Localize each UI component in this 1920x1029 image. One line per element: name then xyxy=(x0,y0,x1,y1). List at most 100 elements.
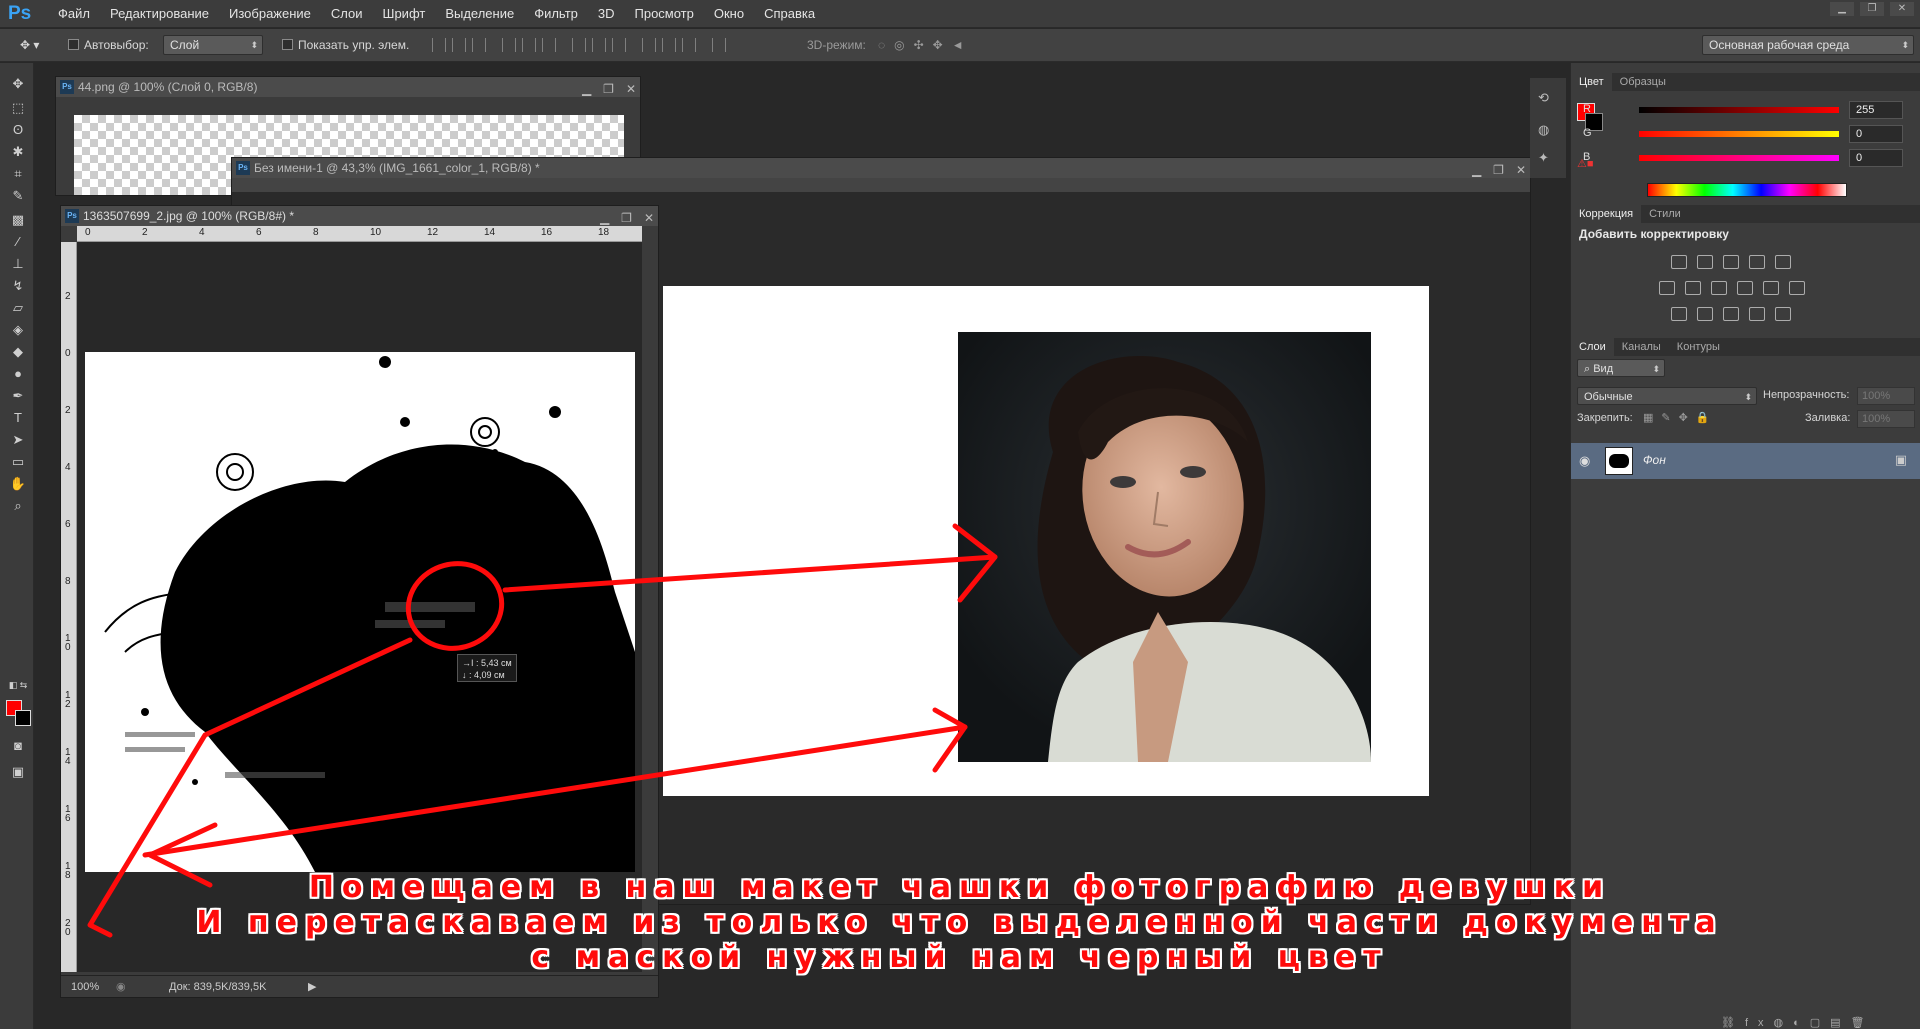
show-transform-checkbox[interactable]: Показать упр. элем. xyxy=(282,36,409,54)
type-tool-icon[interactable]: T xyxy=(8,409,28,427)
tab-channels[interactable]: Каналы xyxy=(1614,338,1669,356)
properties-panel-icon[interactable]: ◍ xyxy=(1538,122,1549,138)
doc-minimize-button[interactable]: ▁ xyxy=(1472,160,1481,178)
zoom-level[interactable]: 100% xyxy=(71,976,99,998)
r-input[interactable]: 255 xyxy=(1849,101,1903,119)
document-title-bar[interactable]: Ps 1363507699_2.jpg @ 100% (RGB/8#) * ▁ ❐ ✕ xyxy=(61,206,658,226)
vibrance-icon[interactable] xyxy=(1775,255,1791,269)
levels-icon[interactable] xyxy=(1697,255,1713,269)
hue-saturation-icon[interactable] xyxy=(1659,281,1675,295)
magic-wand-icon[interactable]: ✱ xyxy=(8,143,28,161)
posterize-icon[interactable] xyxy=(1697,307,1713,321)
curves-icon[interactable] xyxy=(1723,255,1739,269)
tab-layers[interactable]: Слои xyxy=(1571,338,1614,356)
gradient-map-icon[interactable] xyxy=(1775,307,1791,321)
layer-footer-icons[interactable]: ⛓fx◍◐▢▤🗑 xyxy=(1721,1016,1875,1029)
move-tool-icon[interactable]: ✥ ▾ xyxy=(20,36,39,54)
clone-stamp-icon[interactable]: ⊥ xyxy=(8,255,28,273)
align-vcenter-icon[interactable] xyxy=(452,38,466,52)
3d-tools-icons[interactable]: ◌◎✣✥◄ xyxy=(878,36,973,54)
visibility-eye-icon[interactable]: ◉ xyxy=(1579,453,1590,469)
history-panel-icon[interactable]: ⟲ xyxy=(1538,90,1549,106)
selective-color-icon[interactable] xyxy=(1749,307,1765,321)
doc-close-button[interactable]: ✕ xyxy=(644,208,654,226)
marquee-tool-icon[interactable]: ⬚ xyxy=(8,99,28,117)
close-button[interactable]: ✕ xyxy=(1890,2,1914,16)
eyedropper-icon[interactable]: ✎ xyxy=(8,187,28,205)
grunge-mask-image[interactable] xyxy=(85,352,635,872)
doc-restore-button[interactable]: ❐ xyxy=(1493,160,1504,178)
color-lookup-icon[interactable] xyxy=(1789,281,1805,295)
move-tool-icon[interactable]: ✥ xyxy=(8,75,28,93)
screen-mode-icon[interactable]: ▣ xyxy=(8,763,28,781)
distribute-vcenter-icon[interactable] xyxy=(592,38,606,52)
menu-item-2[interactable]: Изображение xyxy=(219,0,321,28)
status-menu-arrow-icon[interactable]: ▶ xyxy=(308,976,316,998)
distribute-right-icon[interactable] xyxy=(682,38,696,52)
blur-tool-icon[interactable]: ◆ xyxy=(8,343,28,361)
document-title-bar[interactable]: Ps 44.png @ 100% (Слой 0, RGB/8) ▁ ❐ ✕ xyxy=(56,77,640,97)
tab-swatches[interactable]: Образцы xyxy=(1612,73,1674,91)
menu-item-4[interactable]: Шрифт xyxy=(373,0,436,28)
status-info-icon[interactable]: ◉ xyxy=(116,976,126,998)
menu-item-10[interactable]: Справка xyxy=(754,0,825,28)
crop-tool-icon[interactable]: ⌗ xyxy=(8,165,28,183)
auto-align-icon[interactable] xyxy=(712,38,726,52)
fill-input[interactable]: 100% xyxy=(1857,410,1915,428)
document-title-bar[interactable]: Ps Без имени-1 @ 43,3% (IMG_1661_color_1,… xyxy=(232,158,1530,178)
doc-minimize-button[interactable]: ▁ xyxy=(582,79,591,97)
menu-item-6[interactable]: Фильтр xyxy=(524,0,588,28)
autoselect-checkbox[interactable]: Автовыбор: xyxy=(68,36,149,54)
g-slider[interactable] xyxy=(1639,131,1839,137)
align-top-icon[interactable] xyxy=(432,38,446,52)
invert-icon[interactable] xyxy=(1671,307,1687,321)
workspace-dropdown[interactable]: Основная рабочая среда ⬍ xyxy=(1702,35,1914,55)
blend-mode-dropdown[interactable]: Обычные ⬍ xyxy=(1577,387,1757,405)
g-input[interactable]: 0 xyxy=(1849,125,1903,143)
align-bottom-icon[interactable] xyxy=(472,38,486,52)
doc-close-button[interactable]: ✕ xyxy=(626,79,636,97)
align-right-icon[interactable] xyxy=(542,38,556,52)
rectangle-tool-icon[interactable]: ▭ xyxy=(8,453,28,471)
brightness-icon[interactable] xyxy=(1671,255,1687,269)
color-spectrum[interactable] xyxy=(1647,183,1847,197)
autoselect-dropdown[interactable]: Слой ⬍ xyxy=(163,35,263,55)
lock-icons[interactable]: ▦✎✥🔒 xyxy=(1643,411,1718,424)
tab-adjustments[interactable]: Коррекция xyxy=(1571,205,1642,223)
quick-mask-icon[interactable]: ◙ xyxy=(8,737,28,755)
r-slider[interactable] xyxy=(1639,107,1839,113)
layer-row-background[interactable]: ◉ Фон ▣ xyxy=(1571,443,1920,479)
align-hcenter-icon[interactable] xyxy=(522,38,536,52)
brush-tool-icon[interactable]: ∕ xyxy=(8,233,28,251)
restore-button[interactable]: ❐ xyxy=(1860,2,1884,16)
b-slider[interactable] xyxy=(1639,155,1839,161)
eraser-tool-icon[interactable]: ▱ xyxy=(8,299,28,317)
hand-tool-icon[interactable]: ✋ xyxy=(8,475,28,493)
channel-mixer-icon[interactable] xyxy=(1763,281,1779,295)
menu-item-9[interactable]: Окно xyxy=(704,0,754,28)
default-colors-icon[interactable]: ◧ ⇆ xyxy=(8,676,28,694)
menu-item-3[interactable]: Слои xyxy=(321,0,373,28)
paint-bucket-icon[interactable]: ◈ xyxy=(8,321,28,339)
layer-name[interactable]: Фон xyxy=(1643,453,1666,467)
doc-close-button[interactable]: ✕ xyxy=(1516,160,1526,178)
menu-item-7[interactable]: 3D xyxy=(588,0,625,28)
distribute-hcenter-icon[interactable] xyxy=(662,38,676,52)
actions-panel-icon[interactable]: ✦ xyxy=(1538,150,1549,166)
photo-filter-icon[interactable] xyxy=(1737,281,1753,295)
history-brush-icon[interactable]: ↯ xyxy=(8,277,28,295)
menu-item-8[interactable]: Просмотр xyxy=(625,0,704,28)
tab-styles[interactable]: Стили xyxy=(1641,205,1689,223)
doc-restore-button[interactable]: ❐ xyxy=(603,79,614,97)
canvas-area[interactable]: →I : 5,43 см ↓ : 4,09 см xyxy=(77,242,642,972)
color-balance-icon[interactable] xyxy=(1685,281,1701,295)
minimize-button[interactable]: ▁ xyxy=(1830,2,1854,16)
menu-item-5[interactable]: Выделение xyxy=(435,0,524,28)
distribute-left-icon[interactable] xyxy=(642,38,656,52)
menu-item-1[interactable]: Редактирование xyxy=(100,0,219,28)
healing-brush-icon[interactable]: ▩ xyxy=(8,211,28,229)
background-color-swatch[interactable] xyxy=(15,710,31,726)
layer-filter-dropdown[interactable]: ⌕ Вид ⬍ xyxy=(1577,359,1665,377)
distribute-bottom-icon[interactable] xyxy=(612,38,626,52)
b-input[interactable]: 0 xyxy=(1849,149,1903,167)
